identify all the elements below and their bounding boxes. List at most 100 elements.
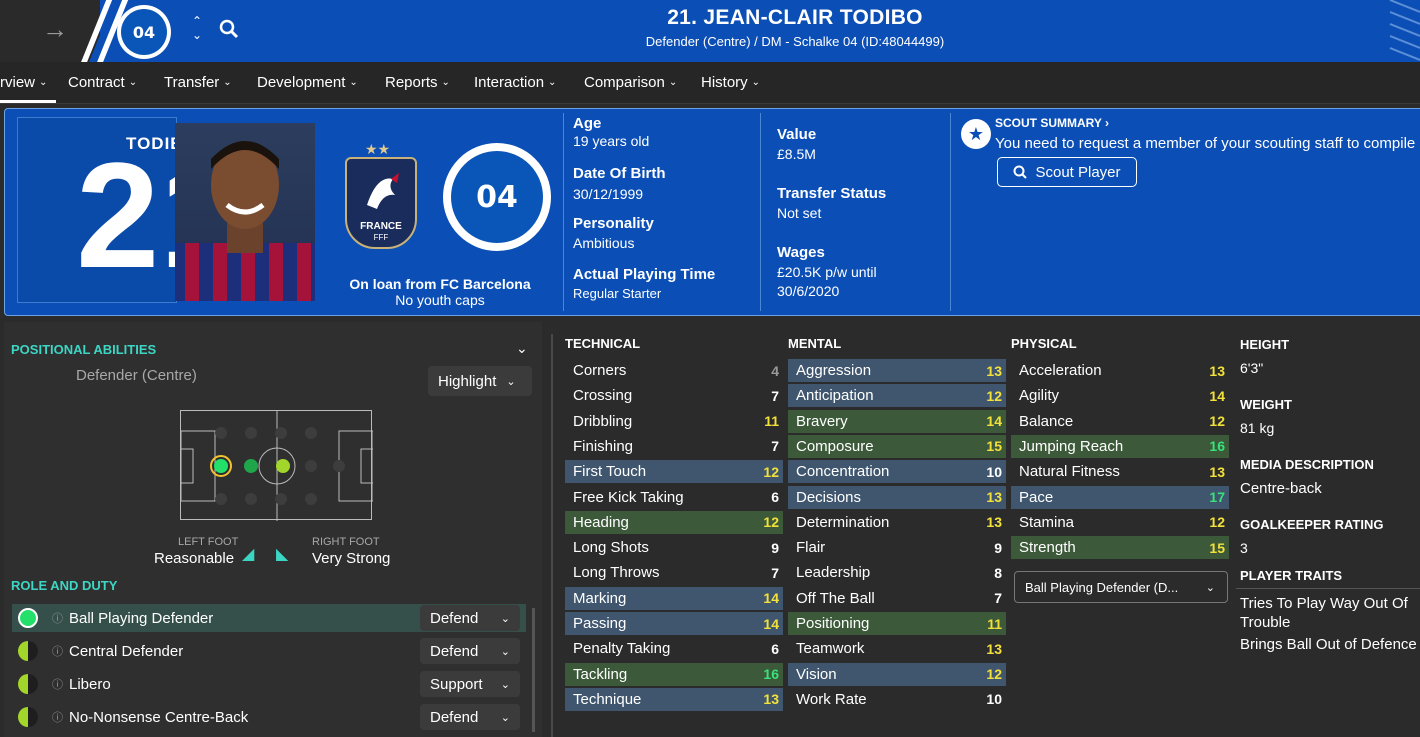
club-crest-icon[interactable]: 04 [117, 5, 171, 59]
nation-badge-text: FRANCE [360, 221, 402, 232]
attribute-row[interactable]: Decisions 13 [788, 485, 1006, 509]
duty-dropdown[interactable]: Support ⌄ [420, 671, 520, 697]
attribute-name: Strength [1019, 539, 1076, 557]
attribute-name: Dribbling [573, 412, 633, 430]
value-value: £8.5M [777, 146, 816, 162]
up-down-chevron-icon[interactable]: ⌃ ⌄ [192, 14, 202, 42]
tab-history[interactable]: History ⌄ [701, 74, 760, 91]
personality-label: Personality [573, 215, 654, 232]
role-row[interactable]: ⓘ Libero Support ⌄ [12, 670, 526, 698]
attribute-row[interactable]: Agility 14 [1011, 384, 1229, 407]
search-icon[interactable] [218, 18, 240, 40]
attribute-row[interactable]: Strength 15 [1011, 536, 1229, 560]
attribute-row[interactable]: Acceleration 13 [1011, 359, 1229, 382]
left-foot-value: Reasonable [154, 550, 235, 567]
attribute-row[interactable]: Stamina 12 [1011, 511, 1229, 534]
info-icon[interactable]: ⓘ [52, 643, 63, 659]
attribute-row[interactable]: Off The Ball 7 [788, 587, 1006, 610]
transfer-status-label: Transfer Status [777, 185, 887, 202]
duty-dropdown[interactable]: Defend ⌄ [420, 605, 520, 631]
role-row[interactable]: ⓘ Central Defender Defend ⌄ [12, 637, 526, 665]
attribute-name: Tackling [573, 665, 628, 683]
attribute-row[interactable]: Heading 12 [565, 510, 783, 534]
attribute-row[interactable]: Natural Fitness 13 [1011, 460, 1229, 483]
attribute-row[interactable]: Flair 9 [788, 536, 1006, 559]
attribute-row[interactable]: Crossing 7 [565, 384, 783, 407]
attribute-name: Long Throws [573, 564, 660, 582]
attribute-name: Flair [796, 539, 826, 557]
attribute-row[interactable]: Corners 4 [565, 359, 783, 382]
attribute-row[interactable]: Determination 13 [788, 511, 1006, 534]
info-icon[interactable]: ⓘ [52, 610, 63, 626]
attribute-row[interactable]: Pace 17 [1011, 485, 1229, 509]
attribute-value: 15 [986, 438, 1002, 455]
attribute-value: 14 [763, 615, 779, 632]
scrollbar[interactable] [532, 608, 535, 732]
attribute-row[interactable]: Balance 12 [1011, 410, 1229, 433]
attribute-name: Long Shots [573, 539, 649, 557]
club-crest-text: 04 [121, 9, 167, 55]
duty-dropdown[interactable]: Defend ⌄ [420, 704, 520, 730]
forward-arrow-icon[interactable]: → [42, 14, 68, 45]
attribute-row[interactable]: Technique 13 [565, 687, 783, 711]
tab-transfer[interactable]: Transfer ⌄ [164, 74, 232, 91]
attribute-row[interactable]: Work Rate 10 [788, 688, 1006, 711]
attribute-value: 11 [987, 615, 1002, 632]
tab-development[interactable]: Development ⌄ [257, 74, 358, 91]
tab-contract[interactable]: Contract ⌄ [68, 74, 137, 91]
tab-interaction[interactable]: Interaction ⌄ [474, 74, 556, 91]
role-row[interactable]: ⓘ No-Nonsense Centre-Back Defend ⌄ [12, 703, 526, 731]
attribute-row[interactable]: Bravery 14 [788, 409, 1006, 433]
attribute-value: 13 [986, 640, 1002, 657]
star-icon: ★★ [365, 141, 391, 157]
attribute-name: Leadership [796, 564, 871, 582]
right-foot-label: RIGHT FOOT [312, 536, 380, 548]
attribute-value: 7 [771, 438, 779, 455]
attribute-row[interactable]: Finishing 7 [565, 435, 783, 458]
tab-overview[interactable]: rview ⌄ [0, 74, 47, 91]
attribute-row[interactable]: Leadership 8 [788, 561, 1006, 584]
duty-dropdown[interactable]: Defend ⌄ [420, 638, 520, 664]
attribute-row[interactable]: Long Shots 9 [565, 536, 783, 559]
highlight-label: Highlight [438, 372, 497, 390]
attribute-row[interactable]: Teamwork 13 [788, 637, 1006, 660]
highlight-dropdown[interactable]: Highlight ⌄ [428, 366, 532, 396]
attribute-row[interactable]: Tackling 16 [565, 662, 783, 686]
attribute-row[interactable]: Anticipation 12 [788, 384, 1006, 408]
tab-comparison[interactable]: Comparison ⌄ [584, 74, 677, 91]
chevron-down-icon[interactable]: ⌄ [516, 340, 528, 357]
attribute-row[interactable]: Vision 12 [788, 662, 1006, 686]
attribute-row[interactable]: Concentration 10 [788, 460, 1006, 484]
attribute-row[interactable]: Aggression 13 [788, 359, 1006, 382]
attribute-row[interactable]: Marking 14 [565, 586, 783, 610]
info-icon[interactable]: ⓘ [52, 709, 63, 725]
attribute-row[interactable]: Jumping Reach 16 [1011, 434, 1229, 458]
info-icon[interactable]: ⓘ [52, 676, 63, 692]
attribute-row[interactable]: Composure 15 [788, 434, 1006, 458]
attribute-name: Determination [796, 513, 890, 531]
attribute-row[interactable]: Free Kick Taking 6 [565, 486, 783, 509]
attribute-row[interactable]: Passing 14 [565, 612, 783, 635]
player-photo [175, 123, 315, 301]
technical-title: TECHNICAL [565, 336, 641, 351]
attribute-value: 10 [986, 691, 1002, 708]
right-boot-icon: ◣ [276, 546, 289, 563]
scout-player-button[interactable]: Scout Player [997, 157, 1137, 187]
role-analysis-dropdown[interactable]: Ball Playing Defender (D... ⌄ [1014, 571, 1228, 603]
scout-summary-text: You need to request a member of your sco… [995, 135, 1416, 152]
role-row[interactable]: ⓘ Ball Playing Defender Defend ⌄ [12, 604, 526, 632]
goalkeeper-rating-value: 3 [1240, 540, 1248, 556]
attribute-row[interactable]: Positioning 11 [788, 612, 1006, 635]
divider [760, 113, 761, 311]
attribute-row[interactable]: Penalty Taking 6 [565, 637, 783, 660]
header-decoration [1389, 0, 1420, 61]
attribute-row[interactable]: Dribbling 11 [565, 410, 783, 433]
attribute-row[interactable]: Long Throws 7 [565, 561, 783, 584]
tab-reports[interactable]: Reports ⌄ [385, 74, 450, 91]
star-icon: ★ [961, 119, 991, 149]
attribute-value: 7 [994, 590, 1002, 607]
scout-summary-link[interactable]: SCOUT SUMMARY › [995, 116, 1109, 130]
attribute-row[interactable]: First Touch 12 [565, 460, 783, 484]
role-rating-icon [18, 608, 38, 628]
active-tab-indicator [0, 100, 56, 103]
